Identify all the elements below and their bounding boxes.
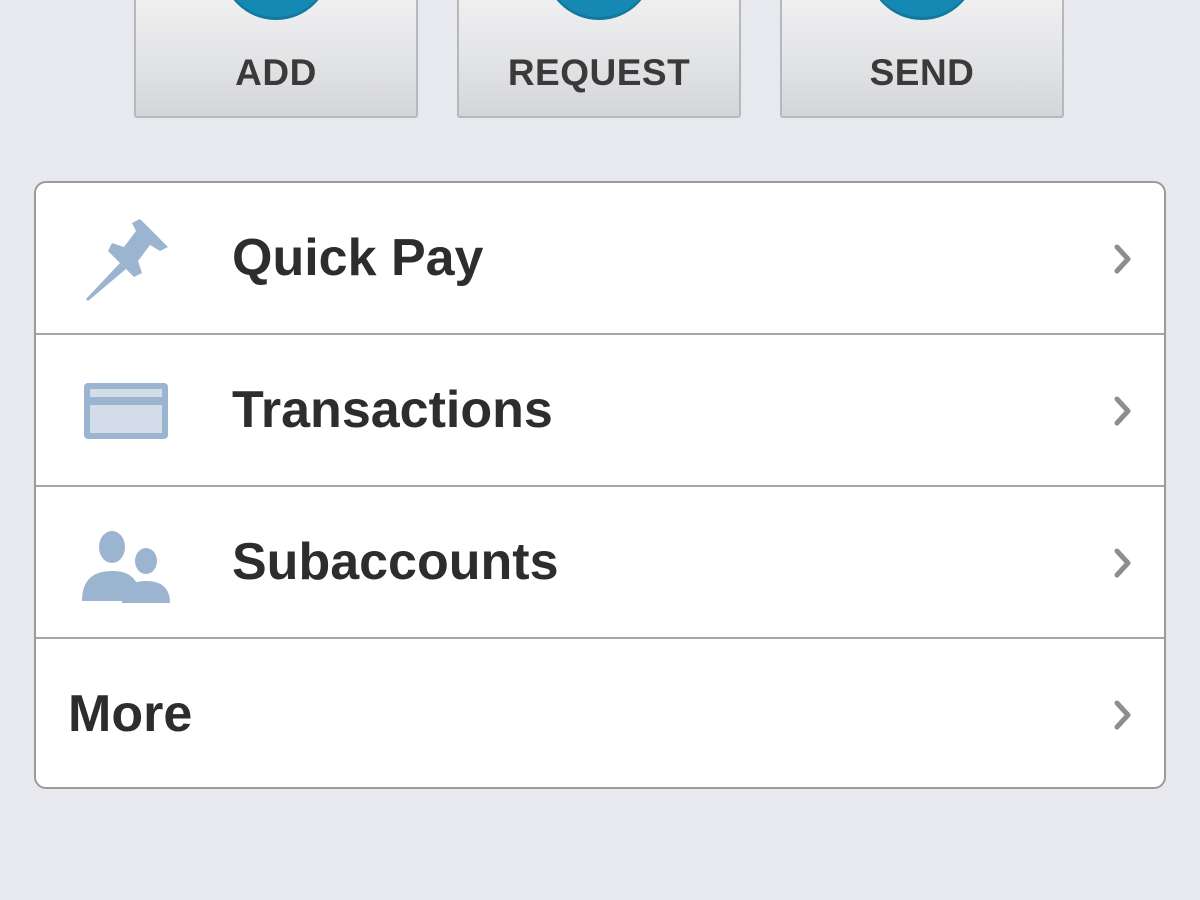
chevron-right-icon (1112, 241, 1134, 277)
add-icon (221, 0, 331, 20)
main-menu: Quick Pay Transactions Subaccounts More (34, 181, 1166, 789)
chevron-right-icon (1112, 393, 1134, 429)
request-icon (544, 0, 654, 20)
request-button-label: REQUEST (507, 52, 691, 93)
send-icon (867, 0, 977, 20)
add-button-label: ADD (235, 52, 317, 93)
menu-item-label: Quick Pay (232, 229, 484, 287)
send-button[interactable]: SEND (780, 0, 1064, 118)
chevron-right-icon (1112, 545, 1134, 581)
menu-item-subaccounts[interactable]: Subaccounts (36, 487, 1164, 639)
add-button[interactable]: ADD (134, 0, 418, 118)
menu-item-label: More (68, 685, 193, 743)
menu-item-label: Transactions (232, 381, 553, 439)
send-button-label: SEND (869, 52, 975, 93)
request-button[interactable]: REQUEST (457, 0, 741, 118)
menu-item-quick-pay[interactable]: Quick Pay (36, 183, 1164, 335)
pushpin-icon (76, 213, 176, 305)
menu-item-transactions[interactable]: Transactions (36, 335, 1164, 487)
menu-item-label: Subaccounts (232, 533, 559, 591)
chevron-right-icon (1112, 697, 1134, 733)
menu-item-more[interactable]: More (36, 639, 1164, 787)
credit-card-icon (76, 365, 176, 457)
users-icon (76, 517, 176, 609)
